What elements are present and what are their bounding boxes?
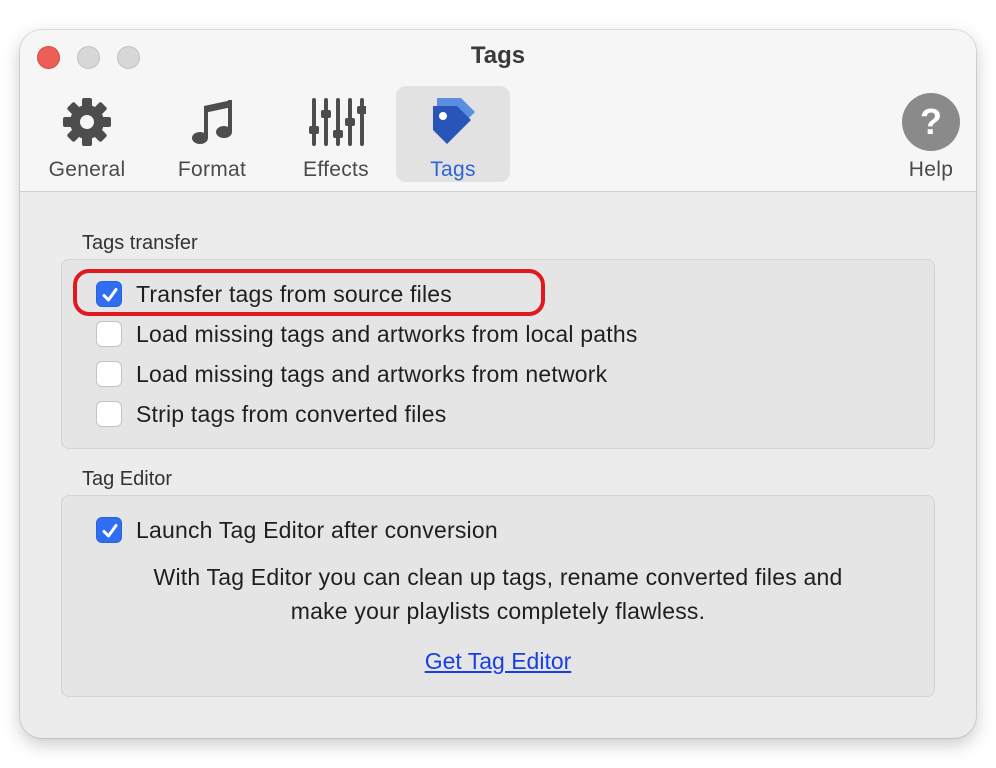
tab-tags[interactable]: Tags — [396, 86, 510, 182]
get-tag-editor-link[interactable]: Get Tag Editor — [61, 648, 935, 675]
music-note-icon — [192, 100, 232, 144]
tab-help[interactable]: ? Help — [896, 86, 966, 182]
tag-editor-heading: Tag Editor — [82, 468, 173, 490]
checkmark-icon — [102, 524, 118, 538]
tab-format[interactable]: Format — [164, 86, 260, 182]
window-title: Tags — [470, 42, 526, 69]
tab-general-label: General — [48, 158, 126, 181]
preferences-window: Tags General Format Effects Tags ? Help … — [20, 30, 976, 738]
gear-icon — [63, 98, 111, 146]
tag-editor-description-line2: make your playlists completely flawless. — [290, 598, 706, 624]
tags-transfer-heading: Tags transfer — [82, 232, 198, 254]
help-icon: ? — [902, 93, 960, 151]
load-network-checkbox[interactable] — [96, 361, 122, 387]
tab-effects-label: Effects — [303, 158, 369, 181]
tab-format-label: Format — [177, 158, 247, 181]
get-tag-editor-link-text[interactable]: Get Tag Editor — [425, 648, 572, 674]
tab-help-label: Help — [908, 158, 954, 181]
tag-editor-description-line1: With Tag Editor you can clean up tags, r… — [153, 564, 843, 590]
launch-tag-editor-checkbox[interactable] — [96, 517, 122, 543]
tab-tags-label: Tags — [430, 158, 476, 181]
sliders-icon — [309, 98, 366, 146]
strip-tags-label: Strip tags from converted files — [136, 401, 447, 427]
highlight-annotation — [73, 269, 545, 316]
toolbar: Tags General Format Effects Tags ? Help — [20, 30, 976, 192]
load-network-label: Load missing tags and artworks from netw… — [136, 361, 608, 387]
svg-text:?: ? — [920, 101, 942, 142]
tag-icon — [433, 98, 475, 144]
tab-general[interactable]: General — [40, 86, 134, 182]
strip-tags-checkbox[interactable] — [96, 401, 122, 427]
launch-tag-editor-label: Launch Tag Editor after conversion — [136, 517, 498, 543]
load-local-checkbox[interactable] — [96, 321, 122, 347]
load-local-label: Load missing tags and artworks from loca… — [136, 321, 638, 347]
tab-effects[interactable]: Effects — [286, 86, 386, 182]
